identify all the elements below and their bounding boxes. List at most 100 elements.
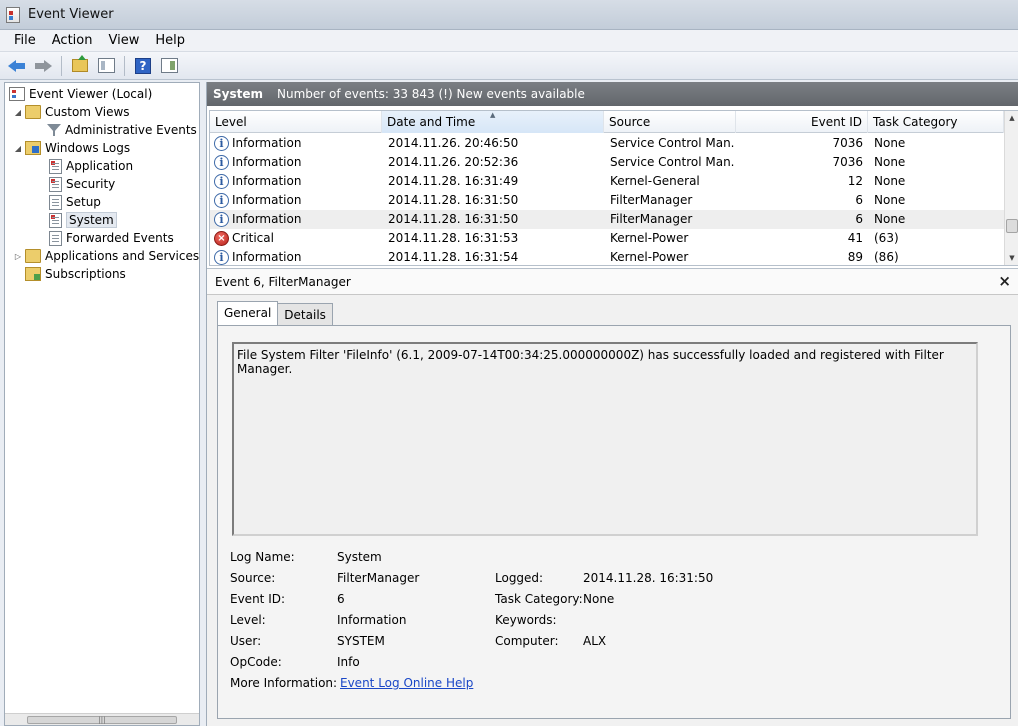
log-icon [49,158,62,174]
cell-date-time: 2014.11.28. 16:31:53 [388,231,519,245]
tree-node-forwarded-events[interactable]: Forwarded Events [49,229,174,247]
scrollbar-grip: ||| [98,716,106,724]
help-button[interactable]: ? [132,55,154,77]
detail-header: Event 6, FilterManager × [207,269,1018,295]
collapse-arrow-icon[interactable]: ◢ [13,144,23,153]
log-title: System [213,87,263,101]
tree-node-windows-logs[interactable]: ◢ Windows Logs [13,139,130,157]
cell-event-id: 89 [847,250,863,264]
tree-node-application[interactable]: Application [49,157,133,175]
tree-node-setup[interactable]: Setup [49,193,101,211]
menu-action[interactable]: Action [44,33,101,48]
tree-node-label: Setup [66,195,101,209]
sort-ascending-icon: ▲ [490,111,496,119]
cell-event-id: 12 [847,174,863,188]
show-hide-action-pane-icon [160,58,178,73]
column-header-event-id[interactable]: Event ID [736,111,868,133]
menu-bar: File Action View Help [0,30,1018,52]
event-log-online-help-link[interactable]: Event Log Online Help [340,676,473,690]
events-vertical-scrollbar[interactable]: ▲ ▼ [1004,111,1018,265]
column-header-task-category[interactable]: Task Category [868,111,1004,133]
value-user[interactable]: SYSTEM [337,634,385,648]
value-computer[interactable]: ALX [583,634,606,648]
forward-button[interactable] [32,55,54,77]
tree-node-label: Event Viewer (Local) [29,87,153,101]
collapse-arrow-icon[interactable]: ◢ [13,108,23,117]
value-level[interactable]: Information [337,613,406,627]
value-event-id[interactable]: 6 [337,592,345,606]
cell-level: Information [232,250,302,264]
scroll-up-arrow-icon[interactable]: ▲ [1005,111,1018,125]
back-button[interactable] [6,55,28,77]
scrollbar-thumb[interactable] [1006,219,1018,233]
label-keywords: Keywords: [495,613,557,627]
tab-details[interactable]: Details [277,303,333,325]
column-header-level[interactable]: Level [210,111,382,133]
value-opcode[interactable]: Info [337,655,360,669]
windows-logs-icon [25,141,41,155]
scroll-down-arrow-icon[interactable]: ▼ [1005,251,1018,265]
cell-date-time: 2014.11.26. 20:46:50 [388,136,519,150]
value-task-category[interactable]: None [583,592,614,606]
log-icon [49,194,62,210]
tree-node-label: Custom Views [45,105,130,119]
table-row[interactable]: i Information 2014.11.28. 16:31:54 Kernel-P… [210,248,1004,265]
event-message[interactable]: File System Filter 'FileInfo' (6.1, 2009… [232,342,978,536]
tree-node-system[interactable]: System [49,211,117,229]
information-icon: i [214,212,229,227]
log-header: System Number of events: 33 843 (!) New … [207,82,1018,106]
value-logged[interactable]: 2014.11.28. 16:31:50 [583,571,713,585]
tree-node-label: Security [66,177,116,191]
scrollbar-thumb[interactable]: ||| [27,716,177,724]
tree-node-administrative-events[interactable]: Administrative Events [47,121,197,139]
table-row[interactable]: i Information 2014.11.26. 20:52:36 Service … [210,153,1004,172]
menu-view[interactable]: View [100,33,147,48]
table-row[interactable]: i Information 2014.11.28. 16:31:49 Kernel-G… [210,172,1004,191]
tree-node-security[interactable]: Security [49,175,115,193]
table-row[interactable]: i Information 2014.11.28. 16:31:50 FilterMa… [210,191,1004,210]
detail-title: Event 6, FilterManager [215,274,351,289]
information-icon: i [214,136,229,151]
tree-node-label: Applications and Services Lo [45,249,200,263]
tree-node-custom-views[interactable]: ◢ Custom Views [13,103,130,121]
tree-node-applications-and-services-logs[interactable]: ▷ Applications and Services Lo [13,247,200,265]
toolbar-separator [61,55,62,76]
table-row[interactable]: i Information 2014.11.26. 20:46:50 Service … [210,134,1004,153]
table-row[interactable]: i Information 2014.11.28. 16:31:50 FilterMa… [210,210,1004,229]
log-icon [49,176,62,192]
close-icon[interactable]: × [998,272,1011,290]
tab-general[interactable]: General [217,301,279,325]
label-logged: Logged: [495,571,544,585]
event-detail-pane: Event 6, FilterManager × General Details… [207,268,1018,726]
cell-task-category: None [874,174,906,188]
up-one-level-button[interactable] [69,55,91,77]
show-hide-tree-button[interactable] [95,55,117,77]
cell-date-time: 2014.11.28. 16:31:54 [388,250,519,264]
table-row[interactable]: × Critical 2014.11.28. 16:31:53 Kernel-Powe… [210,229,1004,248]
event-viewer-icon [9,87,25,101]
tree-node-event-viewer-local[interactable]: Event Viewer (Local) [9,85,152,103]
expand-arrow-icon[interactable]: ▷ [13,252,23,261]
table-header: Level Date and Time ▲ Source Event ID Ta… [210,111,1018,133]
column-header-source[interactable]: Source [604,111,736,133]
show-hide-action-pane-button[interactable] [158,55,180,77]
critical-icon: × [214,231,229,246]
value-log-name[interactable]: System [337,550,382,564]
information-icon: i [214,250,229,265]
label-user: User: [230,634,262,648]
tree-horizontal-scrollbar[interactable]: ||| [5,713,199,725]
log-icon [49,212,62,228]
label-level: Level: [230,613,266,627]
menu-file[interactable]: File [6,33,44,48]
cell-source: Service Control Man... [610,155,734,169]
log-summary: Number of events: 33 843 (!) New events … [277,87,585,101]
cell-level: Information [232,193,302,207]
back-arrow-icon [8,59,26,73]
cell-task-category: (86) [874,250,899,264]
column-header-date-time[interactable]: Date and Time ▲ [382,111,604,133]
tree-node-subscriptions[interactable]: Subscriptions [25,265,126,283]
cell-date-time: 2014.11.28. 16:31:50 [388,193,519,207]
value-source[interactable]: FilterManager [337,571,419,585]
menu-help[interactable]: Help [147,33,193,48]
folder-icon [25,249,41,263]
